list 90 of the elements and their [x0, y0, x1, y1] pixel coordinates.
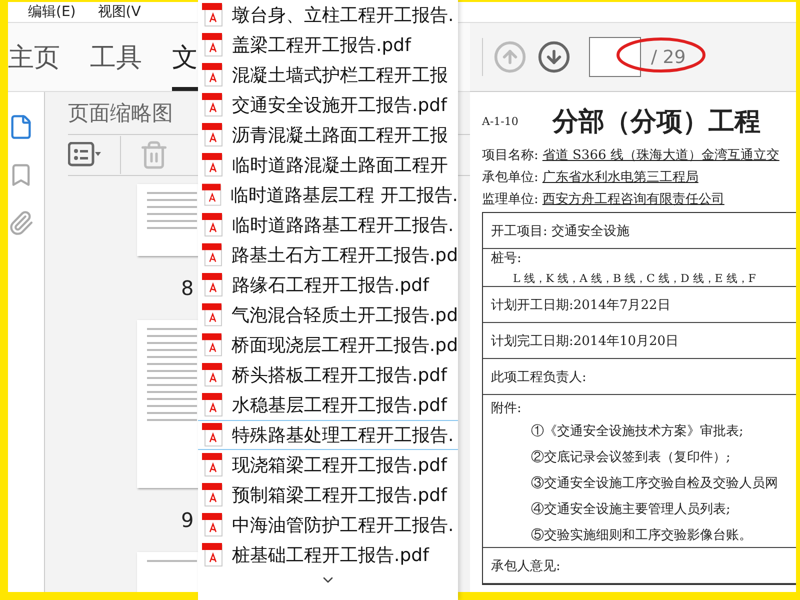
field-value: 广东省水利水电第三工程局	[542, 169, 698, 186]
pdf-file-icon	[202, 153, 224, 177]
page-number: 8	[181, 275, 194, 302]
file-item[interactable]: 混凝土墙式护栏工程开工报	[198, 60, 458, 90]
file-item[interactable]: 临时道路路基工程开工报告.	[198, 210, 458, 240]
pdf-file-icon	[202, 393, 224, 417]
file-name: 水稳基层工程开工报告.pdf	[232, 394, 447, 417]
file-name: 交通安全设施开工报告.pdf	[232, 94, 447, 117]
file-item[interactable]: 预制箱梁工程开工报告.pdf	[198, 480, 458, 510]
panel-title: 页面缩略图	[68, 100, 173, 127]
file-name: 桩基础工程开工报告.pdf	[232, 544, 429, 567]
pdf-file-icon	[202, 273, 224, 297]
file-name: 临时道路混凝土路面工程开	[232, 154, 448, 177]
form-text: 附件:	[491, 400, 522, 417]
form-text: 桩号:	[491, 250, 522, 267]
file-item[interactable]: 路基土石方工程开工报告.pd	[198, 240, 458, 270]
file-item[interactable]: 特殊路基处理工程开工报告.	[198, 420, 458, 450]
pdf-file-icon	[202, 453, 224, 477]
field-label: 监理单位:	[482, 191, 538, 208]
file-item[interactable]: 气泡混合轻质土开工报告.pd	[198, 300, 458, 330]
file-name: 临时道路路基工程开工报告.	[232, 214, 454, 237]
page-number-field[interactable]	[589, 37, 641, 77]
file-item[interactable]: 中海油管防护工程开工报告.	[198, 510, 458, 540]
file-item[interactable]: 桥头搭板工程开工报告.pdf	[198, 360, 458, 390]
field-value: 省道 S366 线（珠海大道）金湾互通立交	[542, 147, 780, 164]
menu-item[interactable]: 视图(V	[98, 3, 141, 21]
menu-item[interactable]: 编辑(E)	[28, 3, 76, 21]
paperclip-icon[interactable]	[8, 210, 34, 236]
pdf-file-icon	[202, 543, 224, 567]
pdf-file-icon	[202, 123, 224, 147]
file-item[interactable]: 现浇箱梁工程开工报告.pdf	[198, 450, 458, 480]
pdf-file-icon	[202, 3, 224, 27]
pdf-file-icon	[202, 303, 224, 327]
pdf-file-icon	[202, 513, 224, 537]
file-name: 中海油管防护工程开工报告.	[232, 514, 454, 537]
file-name: 临时道路基层工程 开工报告.	[230, 184, 458, 207]
form-code: A-1-10	[482, 114, 518, 128]
file-item[interactable]: 水稳基层工程开工报告.pdf	[198, 390, 458, 420]
page-number: 9	[181, 507, 194, 534]
file-name: 混凝土墙式护栏工程开工报	[232, 64, 448, 87]
form-text: L 线，K 线，A 线，B 线，C 线，D 线，E 线，F	[512, 271, 757, 286]
file-item[interactable]: 路缘石工程开工报告.pdf	[198, 270, 458, 300]
pdf-file-icon	[202, 423, 224, 447]
file-item[interactable]: 桩基础工程开工报告.pdf	[198, 540, 458, 570]
tab[interactable]: 工具	[90, 23, 142, 91]
file-item[interactable]: 临时道路混凝土路面工程开	[198, 150, 458, 180]
field-value: 西安方舟工程咨询有限责任公司	[542, 191, 724, 208]
pdf-file-icon	[202, 333, 224, 357]
file-name: 气泡混合轻质土开工报告.pd	[231, 304, 458, 327]
file-name: 桥面现浇层工程开工报告.pd	[231, 334, 458, 357]
file-item[interactable]: 桥面现浇层工程开工报告.pd	[198, 330, 458, 360]
pdf-file-icon	[202, 363, 224, 387]
file-name: 预制箱梁工程开工报告.pdf	[232, 484, 447, 507]
tab[interactable]: 主页	[8, 23, 60, 91]
file-item[interactable]: 盖梁工程开工报告.pdf	[198, 30, 458, 60]
pdf-file-icon	[202, 93, 224, 117]
pdf-file-icon	[202, 243, 224, 267]
attachment-item: ②交底记录会议签到表（复印件）;	[530, 449, 732, 467]
form-text: 计划完工日期:2014年10月20日	[491, 332, 680, 350]
options-menu-button[interactable]	[68, 142, 102, 168]
file-item[interactable]: 临时道路基层工程 开工报告.	[198, 180, 458, 210]
field-label: 承包单位:	[482, 169, 538, 186]
pdf-file-icon	[202, 213, 224, 237]
form-text: 开工项目: 交通安全设施	[491, 222, 631, 240]
file-name: 墩台身、立柱工程开工报告.	[232, 4, 454, 27]
next-page-button[interactable]	[537, 40, 571, 74]
file-name: 路缘石工程开工报告.pdf	[232, 274, 429, 297]
field-label: 项目名称:	[482, 147, 538, 164]
file-name: 桥头搭板工程开工报告.pdf	[232, 364, 447, 387]
file-name: 沥青混凝土路面工程开工报	[232, 124, 448, 147]
form-text: 计划开工日期:2014年7月22日	[491, 296, 672, 314]
attachment-item: ①《交通安全设施技术方案》审批表;	[530, 423, 744, 441]
pdf-file-icon	[202, 183, 223, 207]
document-title: 分部（分项）工程	[552, 106, 760, 138]
file-name: 现浇箱梁工程开工报告.pdf	[232, 454, 447, 477]
file-name: 盖梁工程开工报告.pdf	[232, 34, 411, 57]
file-name: 特殊路基处理工程开工报告.	[232, 424, 454, 447]
form-text: 此项工程负责人:	[491, 368, 588, 386]
pdf-file-icon	[202, 63, 224, 87]
pdf-file-icon	[202, 483, 224, 507]
form-text: 承包人意见:	[491, 558, 562, 574]
file-name: 路基土石方工程开工报告.pd	[231, 244, 458, 267]
file-item[interactable]: 沥青混凝土路面工程开工报	[198, 120, 458, 150]
file-item[interactable]: 交通安全设施开工报告.pdf	[198, 90, 458, 120]
page-total: / 29	[651, 46, 686, 68]
attachment-item: ④交通安全设施主要管理人员列表;	[530, 501, 732, 519]
pdf-file-icon	[202, 33, 224, 57]
attachment-item: ③交通安全设施工序交验自检及交验人员网	[530, 475, 779, 493]
attachment-item: ⑤交验实施细则和工序交验影像台账。	[530, 527, 753, 545]
file-item[interactable]: 墩台身、立柱工程开工报告.	[198, 0, 458, 30]
